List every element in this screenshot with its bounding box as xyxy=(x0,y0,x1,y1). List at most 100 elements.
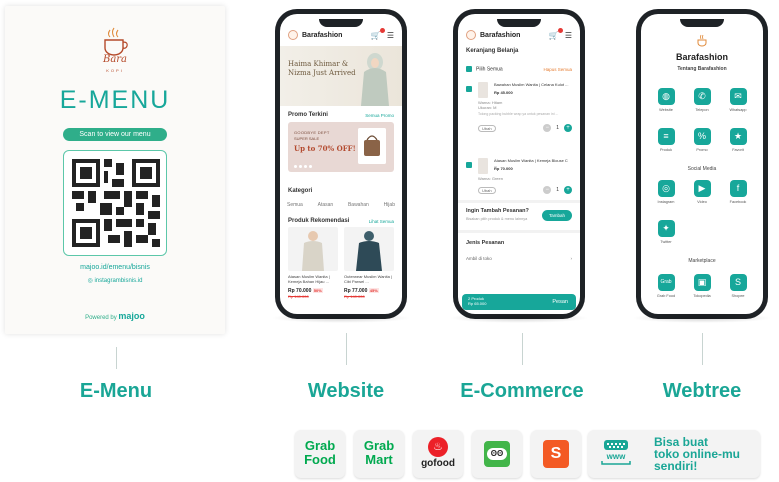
video-icon: ▶ xyxy=(693,180,711,197)
link-label: Instagram xyxy=(657,200,675,204)
favorite-link[interactable]: ★ Favorit xyxy=(723,128,753,152)
cart-icon[interactable]: 🛒 xyxy=(549,27,563,40)
instagram-link[interactable]: ◎ Instagram xyxy=(651,180,681,204)
social-title: Social Media xyxy=(687,166,717,172)
phone-link[interactable]: ✆ Telepon xyxy=(687,88,717,112)
minus-icon[interactable]: − xyxy=(543,186,552,194)
product-image xyxy=(288,227,338,271)
promo-headline: Up to 70% OFF! xyxy=(294,144,356,153)
shopee-badge[interactable]: S xyxy=(531,430,581,478)
carousel-dots[interactable] xyxy=(294,165,312,168)
category-tab[interactable]: Bawahan xyxy=(345,200,372,210)
menu-icon[interactable]: ☰ xyxy=(387,31,394,40)
category-tab[interactable]: Semua xyxy=(284,200,306,210)
item-variant-size: Ukuran: M xyxy=(478,105,497,110)
add-order-button[interactable]: Tambah xyxy=(542,210,572,221)
ecommerce-phone: Barafashion 🛒 ☰ Keranjang Belanja Pilih … xyxy=(453,9,585,319)
cart-icon[interactable]: 🛒 xyxy=(371,27,385,40)
twitter-link[interactable]: ✦ Twitter xyxy=(651,220,681,244)
checkout-bar[interactable]: 2 Produk Rp 65.000 Pesan xyxy=(462,294,576,310)
link-label: Whatsapp xyxy=(729,108,747,112)
select-all-label: Pilih Semua xyxy=(476,66,503,73)
webtree-brand: Barafashion xyxy=(675,52,728,62)
category-tab[interactable]: Atasan xyxy=(315,200,337,210)
tokopedia-icon: ʘʘ xyxy=(484,441,510,467)
order-type-value: Ambil di toko xyxy=(466,256,492,261)
edit-item-button[interactable]: Ubah xyxy=(478,125,496,132)
hero-banner[interactable]: Haima Khimar & Nizma Just Arrived xyxy=(280,46,402,106)
emenu-link[interactable]: majoo.id/emenu/bisnis xyxy=(5,264,225,271)
promo-link[interactable]: % Promo xyxy=(687,128,717,152)
hero-line-1: Haima Khimar & xyxy=(288,60,349,68)
phone-icon: ✆ xyxy=(693,88,711,105)
gofood-badge[interactable]: ♨ gofood xyxy=(413,430,463,478)
connector-line xyxy=(702,333,703,365)
online-store-badge[interactable]: www Bisa buat toko online-mu sendiri! xyxy=(588,430,760,478)
quantity-stepper: − 1 + xyxy=(543,186,572,194)
checkbox-icon[interactable] xyxy=(466,66,472,72)
checkbox-icon[interactable] xyxy=(466,162,472,168)
product-link[interactable]: ≡ Produk xyxy=(651,128,681,152)
minus-icon[interactable]: − xyxy=(543,124,552,132)
category-tab[interactable]: Hijab xyxy=(381,200,398,210)
video-link[interactable]: ▶ Video xyxy=(687,180,717,204)
logo-subtitle: KOPI xyxy=(106,68,124,73)
facebook-link[interactable]: f Facebook xyxy=(723,180,753,204)
connector-line xyxy=(346,333,347,365)
phone-notch xyxy=(319,19,363,27)
order-button[interactable]: Pesan xyxy=(552,299,568,305)
shopee-icon: S xyxy=(729,274,747,291)
cart-title: Keranjang Belanja xyxy=(466,48,519,54)
grabfood-link[interactable]: Grab Grab Food xyxy=(651,274,681,298)
item-price: Rp 70.000 xyxy=(494,166,513,171)
website-link[interactable]: ◍ Website xyxy=(651,88,681,112)
brand-logo-icon xyxy=(466,30,476,40)
whatsapp-link[interactable]: ✉ Whatsapp xyxy=(723,88,753,112)
webtree-screen: Barafashion Tentang Barafashion ◍ Website… xyxy=(641,14,763,314)
label-website: Website xyxy=(307,380,385,402)
promo-section-title: Promo Terkini xyxy=(288,112,328,118)
link-label: Website xyxy=(659,108,673,112)
link-label: Video xyxy=(697,200,707,204)
item-image xyxy=(478,82,488,98)
bag-image xyxy=(358,128,386,164)
product-card[interactable]: Atasan Muslim Wanita | Kemeja Bahan Hija… xyxy=(288,227,338,299)
section-divider xyxy=(458,230,580,233)
discount-badge: 50% xyxy=(312,288,323,293)
plus-icon[interactable]: + xyxy=(564,186,572,194)
whatsapp-icon: ✉ xyxy=(729,88,747,105)
tokopedia-link[interactable]: ▣ Tokopedia xyxy=(687,274,717,298)
qr-code[interactable] xyxy=(63,150,167,256)
marketplace-title: Marketplace xyxy=(688,258,716,264)
grab-icon: Grab xyxy=(657,274,675,291)
grabfood-badge[interactable]: Grab Food xyxy=(295,430,345,478)
checkout-total: Rp 65.000 xyxy=(468,301,487,306)
all-promo-link[interactable]: Semua Promo xyxy=(365,113,394,118)
see-all-link[interactable]: Lihat Semua xyxy=(369,219,394,224)
item-price: Rp 45.000 xyxy=(494,90,513,95)
promo-banner[interactable]: GOODBYE DEPT SUPER SALE Up to 70% OFF! xyxy=(288,122,394,172)
tokopedia-badge[interactable]: ʘʘ xyxy=(472,430,522,478)
order-type-title: Jenis Pesanan xyxy=(466,240,505,246)
link-grid-row: ≡ Produk % Promo ★ Favorit xyxy=(651,128,753,152)
checkbox-icon[interactable] xyxy=(466,86,472,92)
item-note: Tolong packing bubble wrap ya untuk pesa… xyxy=(478,112,559,116)
grabmart-line-2: Mart xyxy=(365,452,393,467)
link-label: Favorit xyxy=(732,148,744,152)
link-label: Facebook xyxy=(729,200,747,204)
plus-icon[interactable]: + xyxy=(564,124,572,132)
product-card[interactable]: Outerwear Muslim Wanita | Cibi Parwel ..… xyxy=(344,227,394,299)
link-label: Promo xyxy=(696,148,708,152)
ecommerce-brand: Barafashion xyxy=(480,31,521,39)
category-section-title: Kategori xyxy=(288,188,313,194)
order-type-select[interactable]: Ambil di toko › xyxy=(466,256,572,261)
instagram-handle[interactable]: ◎ instagrambisnis.id xyxy=(5,277,225,284)
remove-all-button[interactable]: Hapus Semua xyxy=(543,67,572,72)
shopee-link[interactable]: S Shopee xyxy=(723,274,753,298)
www-browser-icon: www xyxy=(601,440,631,465)
about-title: Tentang Barafashion xyxy=(677,66,727,72)
grabmart-badge[interactable]: Grab Mart xyxy=(354,430,404,478)
grabmart-logo: Grab Mart xyxy=(354,439,404,467)
menu-icon[interactable]: ☰ xyxy=(565,31,572,40)
edit-item-button[interactable]: Ubah xyxy=(478,187,496,194)
